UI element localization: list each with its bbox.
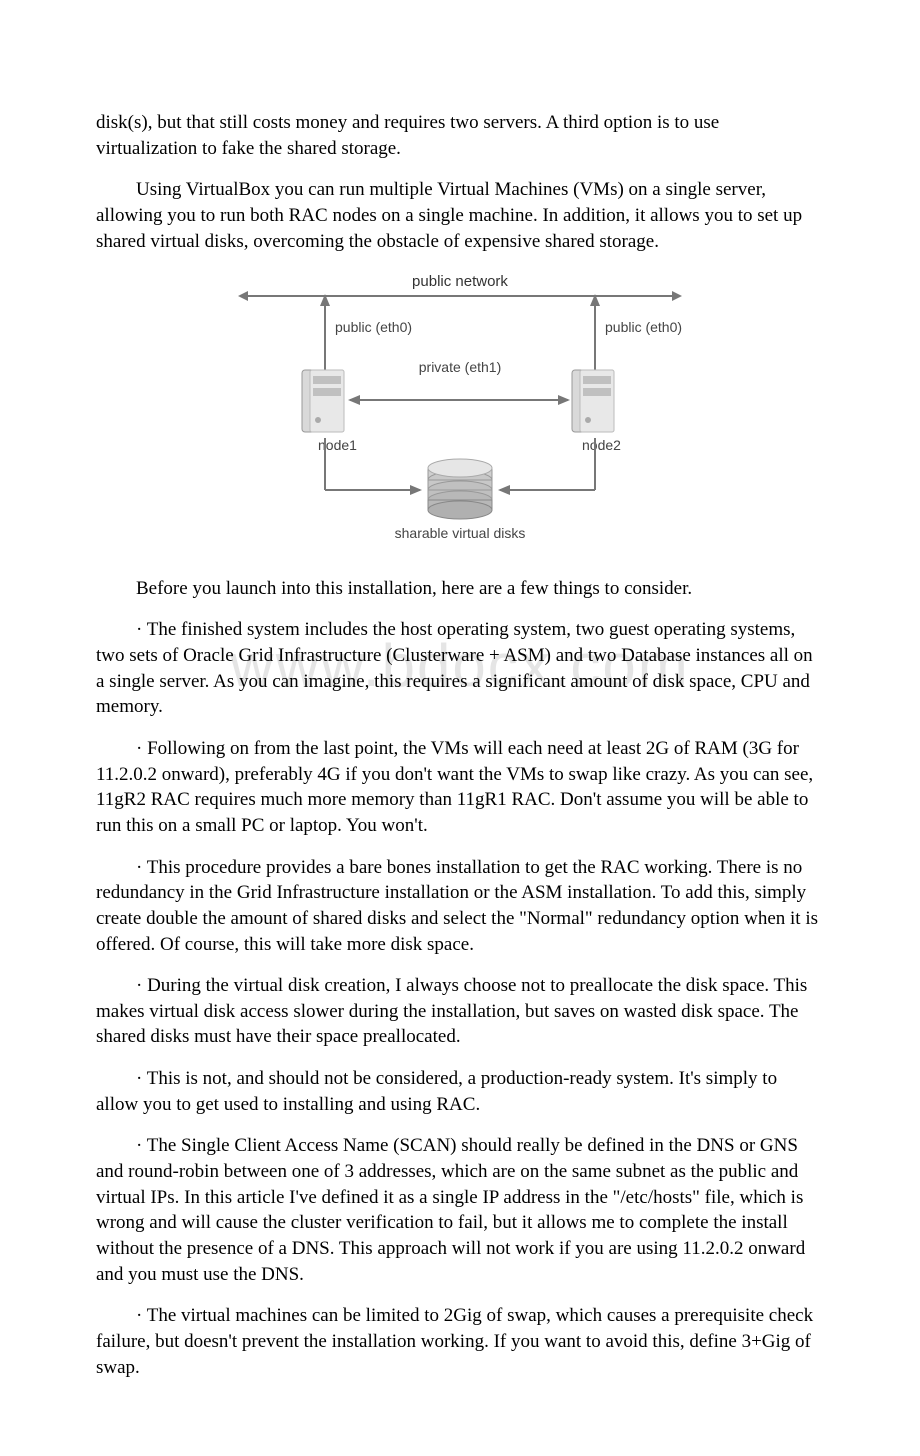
bullet-4: · During the virtual disk creation, I al…: [96, 973, 824, 1050]
bullet-5: · This is not, and should not be conside…: [96, 1066, 824, 1117]
bullet-2: · Following on from the last point, the …: [96, 736, 824, 839]
server-node1-icon: [302, 370, 344, 432]
label-public-eth0-right: public (eth0): [605, 319, 682, 335]
label-shared-disks: sharable virtual disks: [395, 525, 526, 541]
shared-disks-icon: [428, 459, 492, 519]
bullet-6: · The Single Client Access Name (SCAN) s…: [96, 1133, 824, 1287]
label-public-network: public network: [412, 273, 508, 290]
bullet-1: · The finished system includes the host …: [96, 617, 824, 720]
bullet-3: · This procedure provides a bare bones i…: [96, 855, 824, 958]
bullet-7: · The virtual machines can be limited to…: [96, 1303, 824, 1380]
paragraph-consider: Before you launch into this installation…: [96, 576, 824, 602]
label-public-eth0-left: public (eth0): [335, 319, 412, 335]
label-private-eth1: private (eth1): [419, 359, 501, 375]
server-node2-icon: [572, 370, 614, 432]
label-node2: node2: [582, 437, 621, 453]
paragraph-intro-2: Using VirtualBox you can run multiple Vi…: [96, 177, 824, 254]
paragraph-intro-1: disk(s), but that still costs money and …: [96, 110, 824, 161]
network-diagram: public network public (eth0) public (eth…: [96, 270, 824, 558]
diagram-svg: public network public (eth0) public (eth…: [210, 270, 710, 550]
label-node1: node1: [318, 437, 357, 453]
document-content: disk(s), but that still costs money and …: [96, 110, 824, 1380]
